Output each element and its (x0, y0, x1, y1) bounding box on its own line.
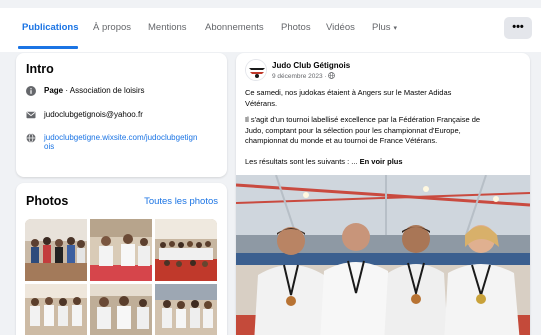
club-photo-image (155, 284, 217, 335)
post-p2-line-3: championnat du monde et au tournoi de Fr… (245, 136, 438, 145)
post-p3-text: Les résultats sont les suivants : ... (245, 157, 360, 166)
more-dots-icon: ••• (512, 21, 524, 33)
club-avatar[interactable] (245, 59, 267, 81)
photos-card: Photos Toutes les photos (16, 183, 227, 335)
info-row-email: judoclubgetignois@yahoo.fr (26, 110, 143, 120)
see-more-link[interactable]: En voir plus (360, 157, 403, 166)
active-tab-indicator (18, 46, 78, 49)
photo-thumbnail-2[interactable] (90, 219, 152, 281)
email-text: judoclubgetignois@yahoo.fr (44, 110, 143, 119)
team-photo-image (155, 219, 217, 281)
tab-plus-label: Plus (372, 22, 391, 33)
tab-photos[interactable]: Photos (281, 22, 311, 33)
post-p2-line-1: Il s'agit d'un tournoi labellisé excelle… (245, 115, 481, 124)
club-logo-icon (246, 60, 266, 80)
all-photos-link[interactable]: Toutes les photos (144, 196, 218, 207)
post-date: 9 décembre 2023 · (272, 72, 336, 80)
judo-photo-image (90, 219, 152, 281)
post-paragraph-1: Ce samedi, nos judokas étaient à Angers … (245, 88, 527, 109)
chevron-down-icon: ▾ (393, 25, 397, 32)
post-card: Judo Club Gétignois 9 décembre 2023 · Ce… (236, 53, 530, 335)
judo-veterans-photo-image (236, 175, 530, 335)
intro-card: Intro Page · Association de loisirs judo… (16, 53, 227, 177)
tab-plus[interactable]: Plus ▾ (372, 22, 397, 33)
post-p2-line-2: Judo, comptant pour la sélection pour le… (245, 125, 461, 135)
competition-photo-image (90, 284, 152, 335)
photo-thumbnail-3[interactable] (155, 219, 217, 281)
globe-icon (328, 72, 336, 79)
tab-abonnements[interactable]: Abonnements (205, 22, 264, 33)
tab-mentions[interactable]: Mentions (148, 22, 187, 33)
judokas-photo-image (25, 284, 87, 335)
post-author-name[interactable]: Judo Club Gétignois (272, 61, 350, 70)
tab-publications[interactable]: Publications (22, 22, 78, 33)
post-photo[interactable] (236, 175, 530, 335)
page-label: Page (44, 86, 64, 95)
profile-tabs-bar: Publications À propos Mentions Abonnemen… (0, 0, 541, 52)
top-divider (0, 0, 541, 8)
post-p1-line-2: Vétérans. (245, 98, 278, 108)
tab-videos[interactable]: Vidéos (326, 22, 355, 33)
group-photo-image (25, 219, 87, 281)
envelope-icon (26, 111, 36, 119)
photo-thumbnail-5[interactable] (90, 284, 152, 335)
website-link[interactable]: judoclubgetigne.wixsite.com/judoclubgeti… (44, 133, 197, 151)
website-line-2: ois (44, 142, 55, 151)
post-p1-line-1: Ce samedi, nos judokas étaient à Angers … (245, 88, 452, 97)
globe-icon (26, 133, 36, 143)
intro-title: Intro (26, 62, 54, 76)
tab-a-propos[interactable]: À propos (93, 22, 131, 33)
more-options-button[interactable]: ••• (504, 17, 532, 39)
page-category: Page · Association de loisirs (44, 86, 145, 95)
photos-title: Photos (26, 194, 69, 208)
photo-thumbnail-4[interactable] (25, 284, 87, 335)
info-row-website[interactable]: judoclubgetigne.wixsite.com/judoclubgeti… (26, 133, 197, 151)
website-line-1: judoclubgetigne.wixsite.com/judoclubgeti… (44, 133, 198, 142)
post-date-text: 9 décembre 2023 · (272, 73, 329, 80)
post-paragraph-2: Il s'agit d'un tournoi labellisé excelle… (245, 115, 527, 147)
post-paragraph-3: Les résultats sont les suivants : ... En… (245, 157, 527, 168)
info-icon (26, 86, 36, 96)
photo-thumbnail-1[interactable] (25, 219, 87, 281)
photo-thumbnail-6[interactable] (155, 284, 217, 335)
info-row-category: Page · Association de loisirs (26, 86, 145, 96)
page-category-value: · Association de loisirs (63, 86, 145, 95)
